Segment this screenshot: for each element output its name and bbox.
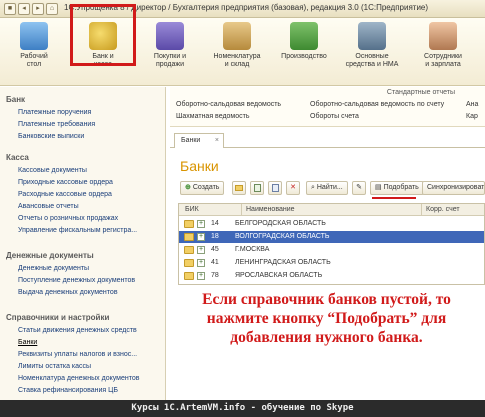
- folder-icon: [184, 272, 194, 280]
- sync-button[interactable]: Синхронизироват: [422, 181, 485, 195]
- close-icon[interactable]: ×: [215, 137, 219, 144]
- action-toolbar: ⊕ Создать ✕ ⌕ Найти... ✎ ▤ Подобрать Син…: [178, 180, 485, 198]
- column-header-corr-account[interactable]: Корр. счет: [421, 204, 484, 216]
- folder-icon: [184, 246, 194, 254]
- folder-icon: [184, 233, 194, 241]
- nav-link-fiscal-registrar[interactable]: Управление фискальным регистра...: [0, 225, 166, 237]
- back-icon[interactable]: ◂: [18, 3, 30, 15]
- plus-icon: ⊕: [185, 184, 191, 191]
- table-row[interactable]: + 14 БЕЛГОРОДСКАЯ ОБЛАСТЬ: [179, 218, 484, 230]
- search-icon: ⌕: [311, 184, 315, 191]
- nav-heading-cash: Касса: [6, 153, 29, 162]
- expand-icon[interactable]: +: [197, 246, 205, 254]
- table-row[interactable]: + 45 Г.МОСКВА: [179, 244, 484, 256]
- nav-link-bank-statements[interactable]: Банковские выписки: [0, 131, 166, 143]
- clear-search-icon[interactable]: ✎: [352, 181, 366, 195]
- bank-section-highlight: [70, 4, 136, 66]
- section-fixed-assets[interactable]: Основные средства и НМА: [336, 22, 408, 69]
- copy-icon[interactable]: [250, 181, 264, 195]
- report-link-chess[interactable]: Шахматная ведомость: [176, 113, 249, 120]
- folder-icon: [184, 259, 194, 267]
- banks-table: БИК Наименование Корр. счет + 14 БЕЛГОРО…: [178, 203, 485, 285]
- assets-icon: [358, 22, 386, 50]
- expand-icon[interactable]: +: [197, 272, 205, 280]
- course-banner: Курсы 1С.ArtemVM.info - обучение по Skyp…: [0, 400, 485, 417]
- nav-link-money-docs[interactable]: Денежные документы: [0, 263, 166, 275]
- standard-reports-heading: Стандартные отчеты: [386, 89, 455, 96]
- home-icon[interactable]: ⌂: [46, 3, 58, 15]
- add-group-icon[interactable]: [232, 181, 246, 195]
- create-button[interactable]: ⊕ Создать: [180, 181, 225, 195]
- section-staff-salary[interactable]: Сотрудники и зарплата: [410, 22, 476, 69]
- table-row[interactable]: + 78 ЯРОСЛАВСКАЯ ОБЛАСТЬ: [179, 270, 484, 282]
- edit-icon[interactable]: [268, 181, 282, 195]
- column-header-bik[interactable]: БИК: [179, 204, 241, 216]
- desktop-icon: [20, 22, 48, 50]
- expand-icon[interactable]: +: [197, 233, 205, 241]
- find-button[interactable]: ⌕ Найти...: [306, 181, 348, 195]
- column-header-name[interactable]: Наименование: [241, 204, 421, 216]
- nav-link-outgoing-orders[interactable]: Расходные кассовые ордера: [0, 189, 166, 201]
- nav-heading-money-docs: Денежные документы: [6, 251, 94, 260]
- expand-icon[interactable]: +: [197, 259, 205, 267]
- standard-reports-panel: Стандартные отчеты Оборотно-сальдовая ве…: [170, 87, 485, 127]
- nav-heading-catalogs: Справочники и настройки: [6, 313, 110, 322]
- nav-heading-bank: Банк: [6, 95, 26, 104]
- delete-icon[interactable]: ✕: [286, 181, 300, 195]
- nav-link-refinancing-rate[interactable]: Ставка рефинансирования ЦБ: [0, 385, 166, 397]
- cart-icon: [156, 22, 184, 50]
- page-title: Банки: [180, 158, 219, 174]
- nav-link-money-doc-nomenclature[interactable]: Номенклатура денежных документов: [0, 373, 166, 385]
- nav-link-cashflow-items[interactable]: Статьи движения денежных средств: [0, 325, 166, 337]
- tab-bar: Банки ×: [170, 130, 485, 148]
- staff-icon: [429, 22, 457, 50]
- expand-icon[interactable]: +: [197, 220, 205, 228]
- table-row-selected[interactable]: + 18 ВОЛГОГРАДСКАЯ ОБЛАСТЬ: [179, 231, 484, 243]
- report-link-osv[interactable]: Оборотно-сальдовая ведомость: [176, 101, 281, 108]
- report-link-card[interactable]: Кар: [466, 113, 478, 120]
- section-nomenclature-warehouse[interactable]: Номенклатура и склад: [204, 22, 270, 69]
- nav-link-payment-requests[interactable]: Платежные требования: [0, 119, 166, 131]
- report-link-osv-account[interactable]: Оборотно-сальдовая ведомость по счету: [310, 101, 444, 108]
- pick-button-underline: [372, 197, 416, 199]
- nav-link-money-docs-receipt[interactable]: Поступление денежных документов: [0, 275, 166, 287]
- section-nav: Банк Платежные поручения Платежные требо…: [0, 87, 166, 400]
- tab-banks[interactable]: Банки ×: [174, 133, 224, 148]
- report-link-turnover[interactable]: Обороты счета: [310, 113, 359, 120]
- section-purchases-sales[interactable]: Покупки и продажи: [140, 22, 200, 69]
- report-link-analysis[interactable]: Ана: [466, 101, 478, 108]
- forward-icon[interactable]: ▸: [32, 3, 44, 15]
- nav-link-incoming-orders[interactable]: Приходные кассовые ордера: [0, 177, 166, 189]
- section-production[interactable]: Производство: [272, 22, 336, 61]
- nav-link-tax-details[interactable]: Реквизиты уплаты налогов и взнос...: [0, 349, 166, 361]
- pick-button[interactable]: ▤ Подобрать: [370, 181, 424, 195]
- nav-link-advance-reports[interactable]: Авансовые отчеты: [0, 201, 166, 213]
- section-desktop[interactable]: Рабочий стол: [4, 22, 64, 69]
- nav-link-retail-reports[interactable]: Отчеты о розничных продажах: [0, 213, 166, 225]
- nav-link-payment-orders[interactable]: Платежные поручения: [0, 107, 166, 119]
- app-menu-icon[interactable]: ■: [4, 3, 16, 15]
- instruction-callout: Если справочник банков пустой, то нажмит…: [168, 286, 485, 386]
- folder-icon: [184, 220, 194, 228]
- table-row[interactable]: + 41 ЛЕНИНГРАДСКАЯ ОБЛАСТЬ: [179, 257, 484, 269]
- nav-link-money-docs-issue[interactable]: Выдача денежных документов: [0, 287, 166, 299]
- warehouse-icon: [223, 22, 251, 50]
- nav-link-cash-limits[interactable]: Лимиты остатка кассы: [0, 361, 166, 373]
- pick-icon: ▤: [375, 184, 382, 191]
- nav-link-cash-docs[interactable]: Кассовые документы: [0, 165, 166, 177]
- production-icon: [290, 22, 318, 50]
- nav-link-banks[interactable]: Банки: [0, 337, 166, 349]
